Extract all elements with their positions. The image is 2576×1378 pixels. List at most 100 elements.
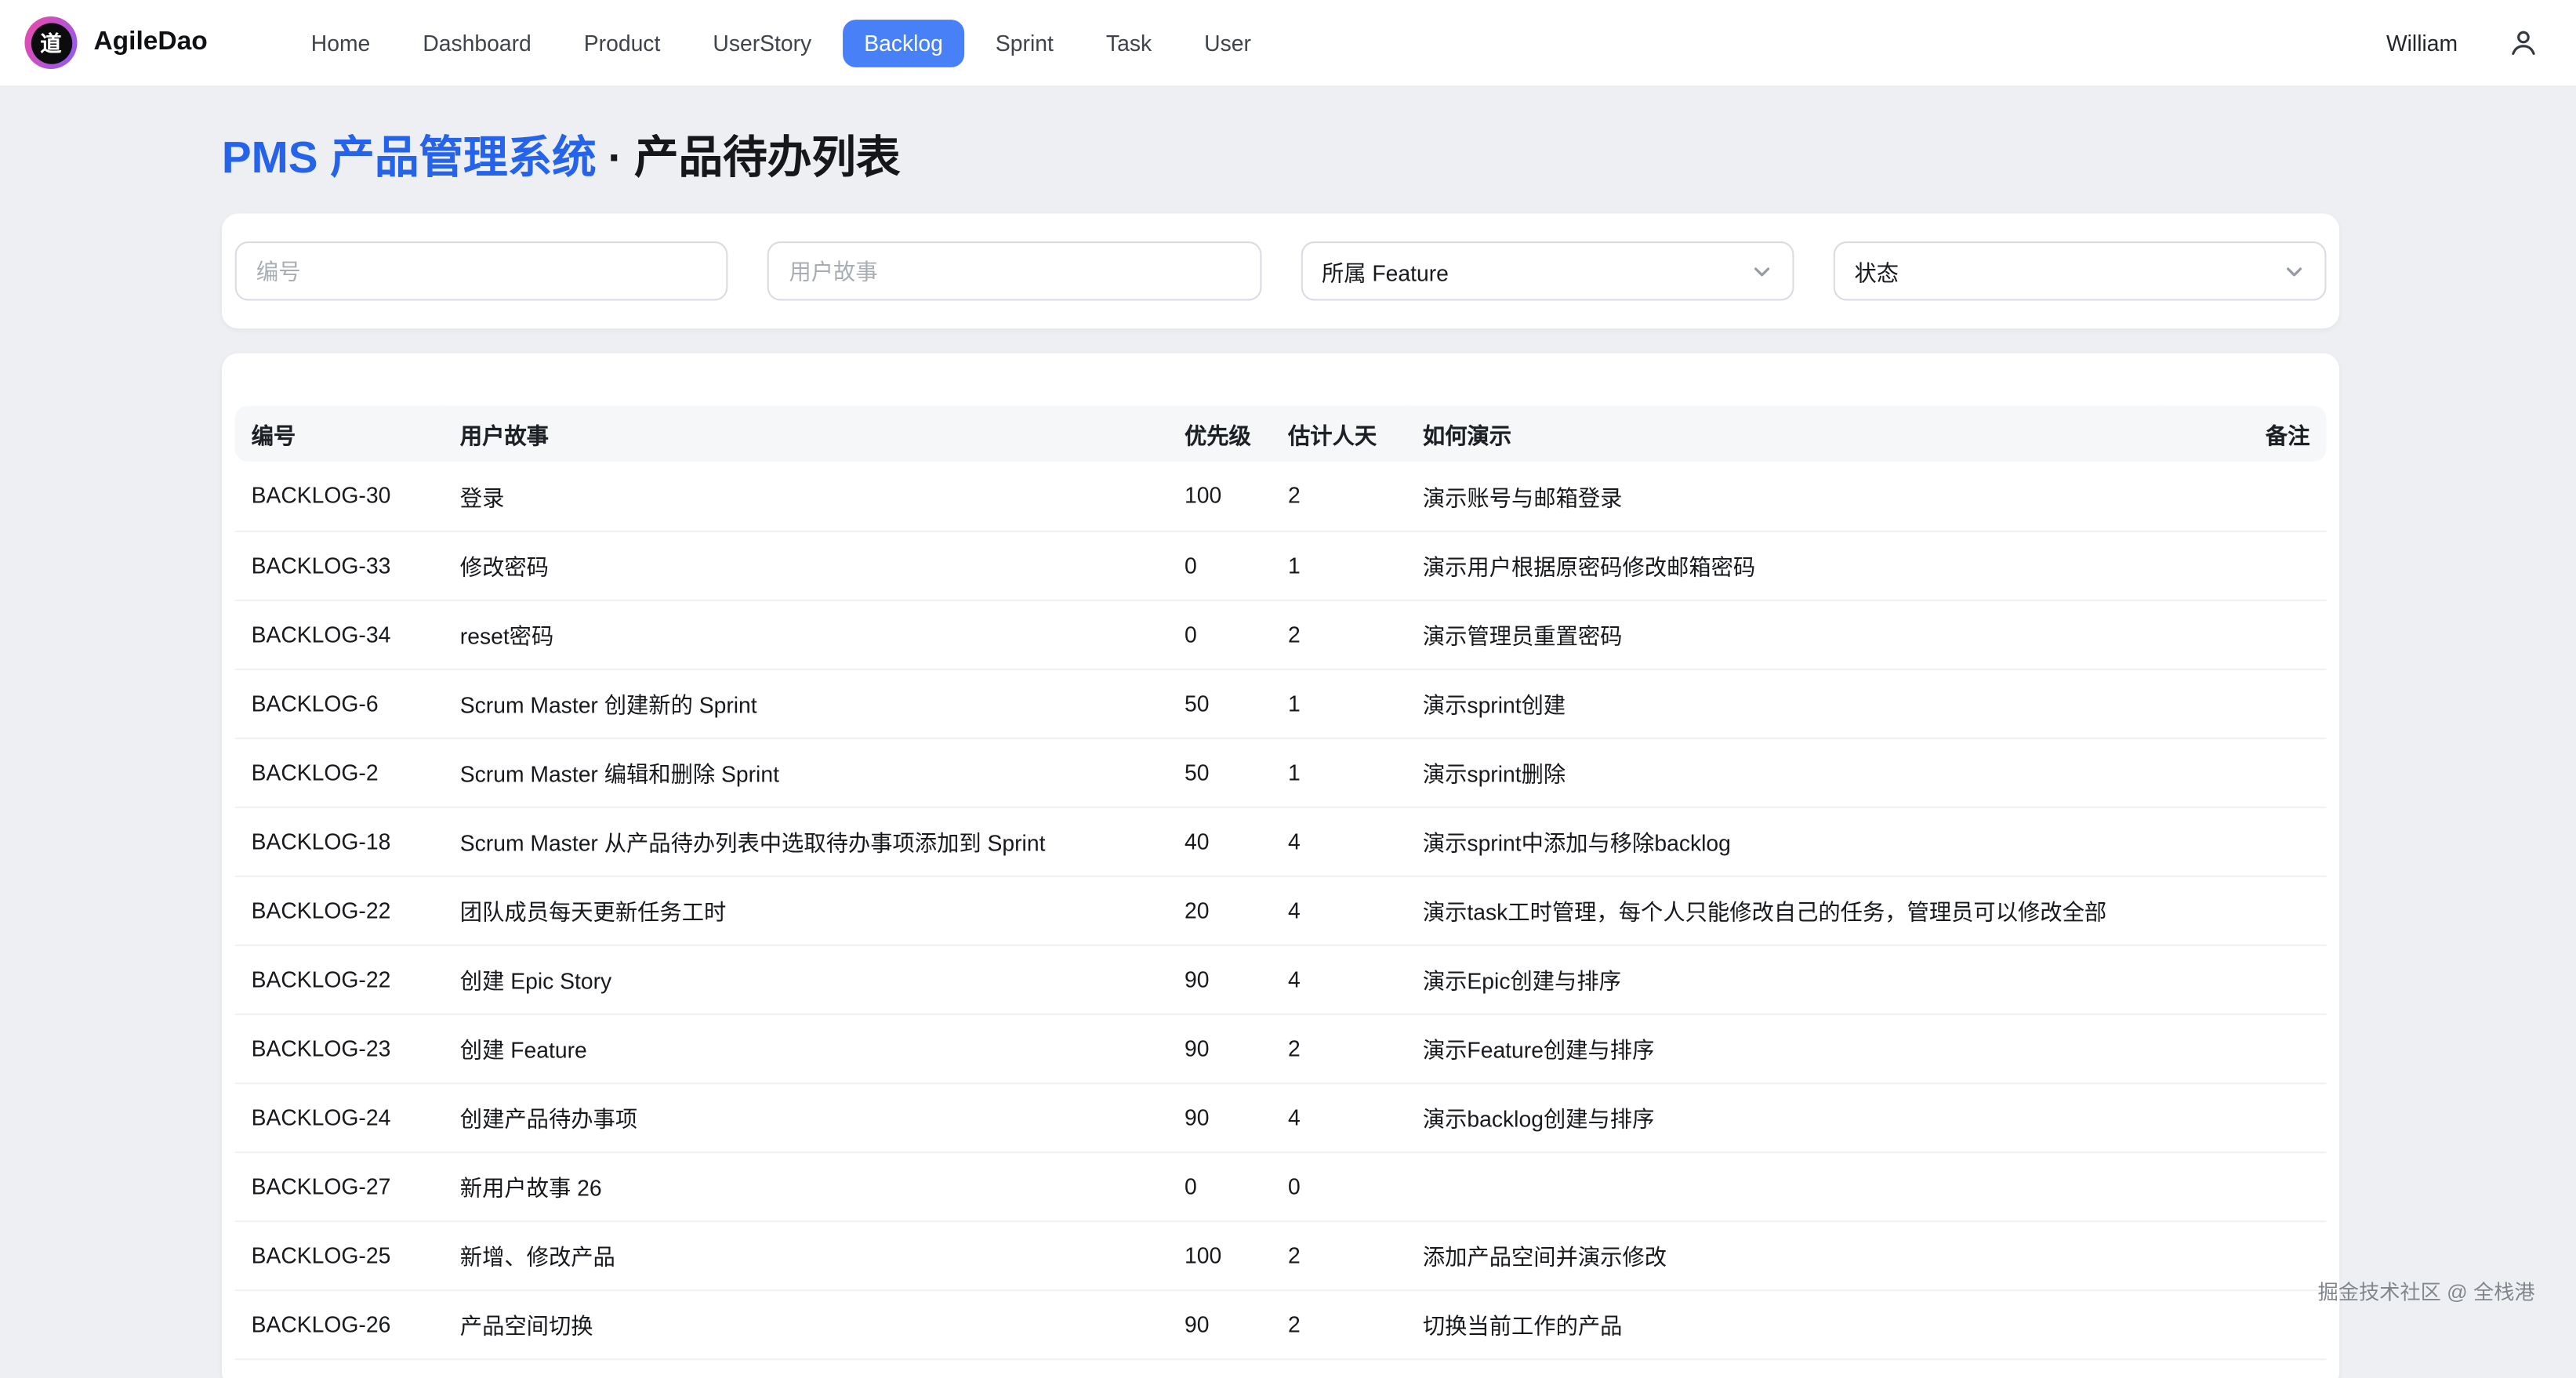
cell-priority: 100 <box>1168 462 1272 531</box>
table-row[interactable]: BACKLOG-22 创建 Epic Story 90 4 演示Epic创建与排… <box>235 945 2327 1014</box>
cell-id: BACKLOG-33 <box>235 531 444 600</box>
feature-filter-select[interactable]: 所属 Feature <box>1301 241 1794 300</box>
cell-demo: 演示Feature创建与排序 <box>1406 1014 2162 1082</box>
nav-item-backlog[interactable]: Backlog <box>843 19 964 67</box>
cell-priority: 0 <box>1168 531 1272 600</box>
story-filter-input[interactable] <box>767 241 1261 300</box>
cell-note <box>2162 531 2327 600</box>
cell-note <box>2162 600 2327 669</box>
cell-id: BACKLOG-22 <box>235 945 444 1014</box>
nav-item-product[interactable]: Product <box>563 19 682 67</box>
cell-story: 创建 Feature <box>444 1014 1168 1082</box>
nav-item-task[interactable]: Task <box>1085 19 1174 67</box>
cell-days: 1 <box>1272 531 1406 600</box>
cell-story: 修改密码 <box>444 531 1168 600</box>
nav-item-sprint[interactable]: Sprint <box>974 19 1075 67</box>
table-row[interactable]: BACKLOG-24 创建产品待办事项 90 4 演示backlog创建与排序 <box>235 1082 2327 1151</box>
table-row[interactable]: BACKLOG-6 Scrum Master 创建新的 Sprint 50 1 … <box>235 669 2327 738</box>
column-header-note: 备注 <box>2162 406 2327 462</box>
cell-note <box>2162 876 2327 945</box>
main-content: PMS 产品管理系统·产品待办列表 所属 Feature 状态 <box>0 128 2576 1378</box>
status-filter-select[interactable]: 状态 <box>1833 241 2326 300</box>
filter-bar: 所属 Feature 状态 <box>222 213 2339 328</box>
cell-id: BACKLOG-6 <box>235 669 444 738</box>
nav-item-dashboard[interactable]: Dashboard <box>401 19 553 67</box>
cell-note <box>2162 807 2327 876</box>
cell-demo: 演示backlog创建与排序 <box>1406 1082 2162 1151</box>
cell-demo: 演示管理员重置密码 <box>1406 600 2162 669</box>
cell-priority: 50 <box>1168 669 1272 738</box>
cell-id: BACKLOG-2 <box>235 738 444 807</box>
cell-days: 0 <box>1272 1151 1406 1220</box>
cell-demo: 演示task工时管理，每个人只能修改自己的任务，管理员可以修改全部 <box>1406 876 2162 945</box>
cell-days: 2 <box>1272 462 1406 531</box>
user-avatar-icon[interactable] <box>2507 27 2540 60</box>
cell-id: BACKLOG-30 <box>235 462 444 531</box>
cell-demo <box>1406 1151 2162 1220</box>
page-title-separator: · <box>608 133 622 183</box>
table-row[interactable]: BACKLOG-22 团队成员每天更新任务工时 20 4 演示task工时管理，… <box>235 876 2327 945</box>
cell-story: 产品空间切换 <box>444 1289 1168 1358</box>
backlog-table: 编号 用户故事 优先级 估计人天 如何演示 备注 BACKLOG-30 登录 1… <box>235 406 2327 1360</box>
table-row[interactable]: BACKLOG-33 修改密码 0 1 演示用户根据原密码修改邮箱密码 <box>235 531 2327 600</box>
backlog-table-card: 编号 用户故事 优先级 估计人天 如何演示 备注 BACKLOG-30 登录 1… <box>222 354 2339 1378</box>
table-row[interactable]: BACKLOG-23 创建 Feature 90 2 演示Feature创建与排… <box>235 1014 2327 1082</box>
cell-note <box>2162 1289 2327 1358</box>
cell-note <box>2162 945 2327 1014</box>
cell-demo: 演示sprint删除 <box>1406 738 2162 807</box>
cell-story: 新增、修改产品 <box>444 1220 1168 1289</box>
table-row[interactable]: BACKLOG-30 登录 100 2 演示账号与邮箱登录 <box>235 462 2327 531</box>
table-row[interactable]: BACKLOG-27 新用户故事 26 0 0 <box>235 1151 2327 1220</box>
cell-days: 1 <box>1272 669 1406 738</box>
cell-id: BACKLOG-27 <box>235 1151 444 1220</box>
cell-id: BACKLOG-18 <box>235 807 444 876</box>
column-header-demo: 如何演示 <box>1406 406 2162 462</box>
table-row[interactable]: BACKLOG-25 新增、修改产品 100 2 添加产品空间并演示修改 <box>235 1220 2327 1289</box>
table-row[interactable]: BACKLOG-26 产品空间切换 90 2 切换当前工作的产品 <box>235 1289 2327 1358</box>
table-row[interactable]: BACKLOG-34 reset密码 0 2 演示管理员重置密码 <box>235 600 2327 669</box>
table-header: 编号 用户故事 优先级 估计人天 如何演示 备注 <box>235 406 2327 462</box>
table-row[interactable]: BACKLOG-18 Scrum Master 从产品待办列表中选取待办事项添加… <box>235 807 2327 876</box>
username[interactable]: William <box>2386 31 2458 55</box>
main-nav: Home Dashboard Product UserStory Backlog… <box>290 19 1273 67</box>
cell-priority: 20 <box>1168 876 1272 945</box>
cell-note <box>2162 462 2327 531</box>
cell-note <box>2162 1014 2327 1082</box>
cell-story: 登录 <box>444 462 1168 531</box>
cell-priority: 90 <box>1168 1289 1272 1358</box>
status-filter-value: 状态 <box>1854 255 1899 288</box>
cell-story: 团队成员每天更新任务工时 <box>444 876 1168 945</box>
cell-demo: 添加产品空间并演示修改 <box>1406 1220 2162 1289</box>
id-filter-input[interactable] <box>235 241 728 300</box>
cell-priority: 0 <box>1168 600 1272 669</box>
cell-demo: 演示Epic创建与排序 <box>1406 945 2162 1014</box>
cell-note <box>2162 738 2327 807</box>
cell-id: BACKLOG-23 <box>235 1014 444 1082</box>
nav-item-home[interactable]: Home <box>290 19 392 67</box>
column-header-story: 用户故事 <box>444 406 1168 462</box>
cell-id: BACKLOG-22 <box>235 876 444 945</box>
nav-item-user[interactable]: User <box>1183 19 1272 67</box>
cell-priority: 90 <box>1168 945 1272 1014</box>
brand-name: AgileDao <box>93 28 207 58</box>
cell-days: 1 <box>1272 738 1406 807</box>
backlog-table-body: BACKLOG-30 登录 100 2 演示账号与邮箱登录 BACKLOG-33… <box>235 462 2327 1358</box>
brand[interactable]: 道 AgileDao <box>24 16 207 69</box>
page-title: PMS 产品管理系统·产品待办列表 <box>222 128 2576 187</box>
brand-logo-glyph: 道 <box>31 22 71 63</box>
cell-demo: 切换当前工作的产品 <box>1406 1289 2162 1358</box>
cell-priority: 40 <box>1168 807 1272 876</box>
table-row[interactable]: BACKLOG-2 Scrum Master 编辑和删除 Sprint 50 1… <box>235 738 2327 807</box>
cell-story: 创建 Epic Story <box>444 945 1168 1014</box>
cell-priority: 90 <box>1168 1082 1272 1151</box>
cell-story: reset密码 <box>444 600 1168 669</box>
cell-days: 2 <box>1272 1014 1406 1082</box>
nav-item-userstory[interactable]: UserStory <box>691 19 833 67</box>
page-title-primary: PMS 产品管理系统 <box>222 133 597 183</box>
cell-days: 2 <box>1272 1289 1406 1358</box>
cell-days: 2 <box>1272 1220 1406 1289</box>
cell-story: Scrum Master 创建新的 Sprint <box>444 669 1168 738</box>
nav-right: William <box>2386 27 2543 60</box>
cell-priority: 100 <box>1168 1220 1272 1289</box>
cell-note <box>2162 669 2327 738</box>
